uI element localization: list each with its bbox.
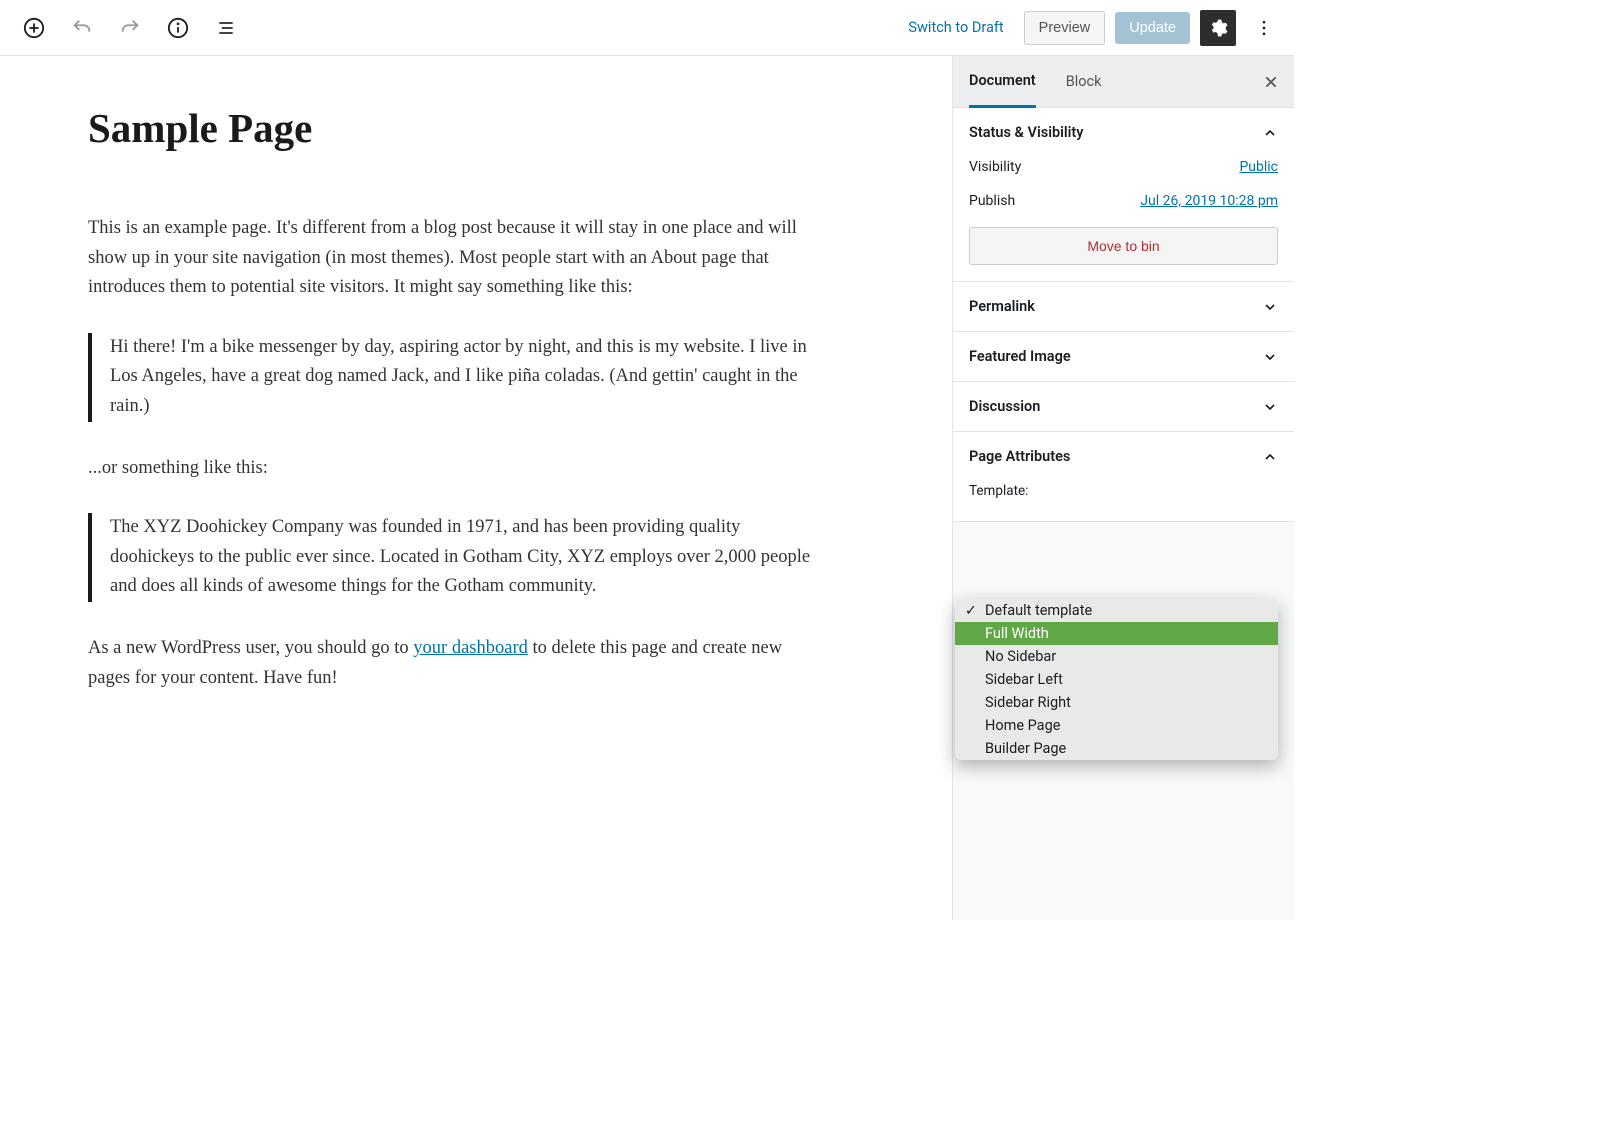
list-icon [216,18,236,38]
quote-block[interactable]: Hi there! I'm a bike messenger by day, a… [88,333,828,422]
plus-circle-icon [23,17,45,39]
dots-vertical-icon [1254,18,1274,38]
topbar-left [8,10,244,46]
template-label: Template: [969,483,1278,499]
close-sidebar-button[interactable] [1264,75,1278,89]
sidebar-tabs: Document Block [953,56,1294,108]
settings-button[interactable] [1200,10,1236,46]
option-label: Home Page [979,717,1060,734]
template-option[interactable]: ✓Default template [955,599,1278,622]
text: As a new WordPress user, you should go t… [88,638,413,658]
option-label: Full Width [979,625,1049,642]
panel-title: Discussion [969,398,1040,415]
paragraph-block[interactable]: This is an example page. It's different … [88,214,828,303]
undo-button[interactable] [64,10,100,46]
topbar-right: Switch to Draft Preview Update [898,10,1286,46]
chevron-up-icon [1262,125,1278,141]
template-option[interactable]: Full Width [955,622,1278,645]
redo-button[interactable] [112,10,148,46]
chevron-down-icon [1262,299,1278,315]
close-icon [1264,75,1278,89]
panel-page-attributes: Page Attributes Template: [953,432,1294,522]
row-publish: Publish Jul 26, 2019 10:28 pm [969,193,1278,209]
update-button[interactable]: Update [1115,12,1190,44]
template-option[interactable]: No Sidebar [955,645,1278,668]
template-option[interactable]: Builder Page [955,737,1278,760]
template-option[interactable]: Sidebar Right [955,691,1278,714]
quote-block[interactable]: The XYZ Doohickey Company was founded in… [88,513,828,602]
panel-title: Status & Visibility [969,124,1084,141]
visibility-label: Visibility [969,159,1021,175]
panel-discussion: Discussion [953,382,1294,432]
gear-icon [1208,18,1228,38]
template-option[interactable]: Sidebar Left [955,668,1278,691]
editor-content: Sample Page This is an example page. It'… [88,104,828,693]
settings-sidebar: Document Block Status & Visibility Visib… [952,56,1294,920]
publish-label: Publish [969,193,1015,209]
chevron-up-icon [1262,449,1278,465]
paragraph-block[interactable]: As a new WordPress user, you should go t… [88,634,828,693]
panel-title: Page Attributes [969,448,1070,465]
panel-body: Visibility Public Publish Jul 26, 2019 1… [969,159,1278,265]
outline-button[interactable] [208,10,244,46]
chevron-down-icon [1262,349,1278,365]
redo-icon [119,17,141,39]
publish-value-link[interactable]: Jul 26, 2019 10:28 pm [1140,193,1278,209]
panel-status-visibility: Status & Visibility Visibility Public Pu… [953,108,1294,282]
editor-canvas[interactable]: Sample Page This is an example page. It'… [0,56,952,920]
check-icon: ✓ [963,602,979,619]
chevron-down-icon [1262,399,1278,415]
option-label: No Sidebar [979,648,1056,665]
option-label: Builder Page [979,740,1066,757]
row-visibility: Visibility Public [969,159,1278,175]
panel-permalink: Permalink [953,282,1294,332]
switch-to-draft-link[interactable]: Switch to Draft [898,11,1013,44]
paragraph-block[interactable]: ...or something like this: [88,454,828,484]
panel-header-permalink[interactable]: Permalink [969,298,1278,315]
preview-button[interactable]: Preview [1024,11,1106,45]
panel-header-attributes[interactable]: Page Attributes [969,448,1278,465]
page-title[interactable]: Sample Page [88,104,828,152]
info-icon [167,17,189,39]
tab-block[interactable]: Block [1066,57,1102,106]
topbar: Switch to Draft Preview Update [0,0,1294,56]
main: Sample Page This is an example page. It'… [0,56,1294,920]
move-to-bin-button[interactable]: Move to bin [969,227,1278,265]
info-button[interactable] [160,10,196,46]
option-label: Sidebar Right [979,694,1071,711]
tab-document[interactable]: Document [969,56,1036,108]
visibility-value-link[interactable]: Public [1239,159,1278,175]
panel-title: Permalink [969,298,1035,315]
panel-header-status[interactable]: Status & Visibility [969,124,1278,141]
option-label: Default template [979,602,1092,619]
option-label: Sidebar Left [979,671,1063,688]
panel-title: Featured Image [969,348,1071,365]
add-block-button[interactable] [16,10,52,46]
undo-icon [71,17,93,39]
template-dropdown[interactable]: ✓Default template Full Width No Sidebar Sid… [955,599,1278,760]
more-options-button[interactable] [1246,10,1282,46]
panel-featured-image: Featured Image [953,332,1294,382]
panel-header-featured[interactable]: Featured Image [969,348,1278,365]
dashboard-link[interactable]: your dashboard [413,638,528,658]
panel-body: Template: [969,483,1278,499]
panel-header-discussion[interactable]: Discussion [969,398,1278,415]
template-option[interactable]: Home Page [955,714,1278,737]
